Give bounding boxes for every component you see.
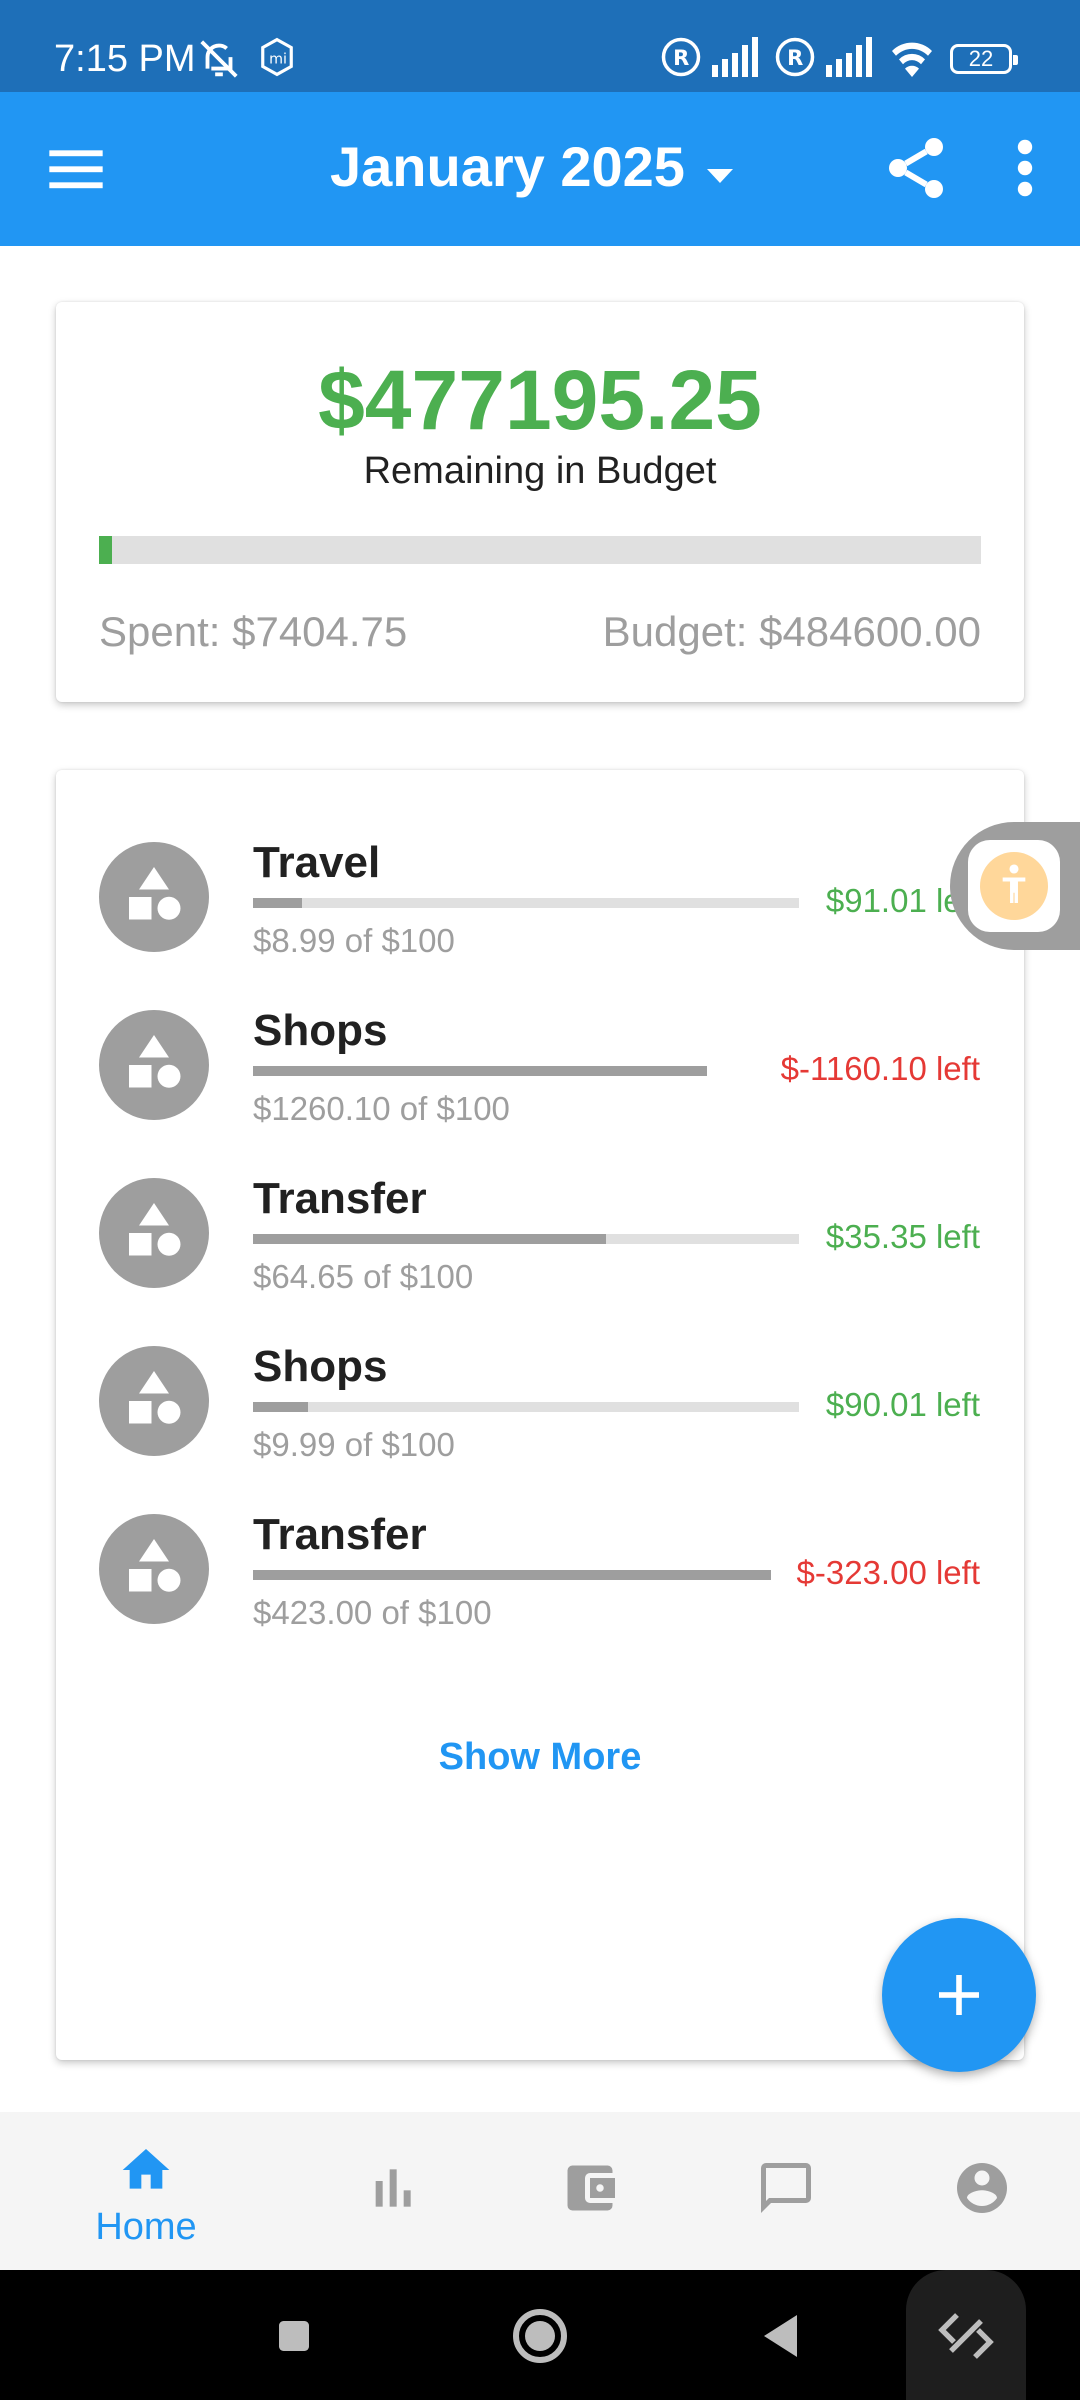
category-name: Shops — [253, 1342, 388, 1391]
month-selector[interactable]: January 2025 — [330, 134, 735, 199]
category-avatar — [99, 1514, 209, 1624]
category-spent-detail: $8.99 of $100 — [253, 922, 455, 959]
category-row[interactable]: Shops $1260.10 of $100 $-1160.10 left — [56, 998, 1024, 1148]
category-remaining: $-323.00 left — [796, 1554, 980, 1591]
budget-progress-bar — [99, 536, 981, 564]
signal-icon — [712, 36, 764, 83]
status-bar: 7:15 PM mi R R 22 — [0, 0, 1080, 92]
category-name: Travel — [253, 838, 381, 887]
svg-text:R: R — [673, 46, 689, 70]
category-avatar — [99, 1178, 209, 1288]
category-remaining: $-1160.10 left — [780, 1050, 980, 1087]
category-name: Transfer — [253, 1174, 427, 1223]
budget-amount: Budget: $484600.00 — [602, 608, 981, 655]
category-shapes-icon — [129, 867, 181, 920]
account-icon — [957, 2163, 1007, 2213]
remaining-label: Remaining in Budget — [363, 450, 717, 492]
category-row[interactable]: Transfer $423.00 of $100 $-323.00 left — [56, 1502, 1024, 1652]
category-progress-bar — [253, 898, 799, 908]
category-remaining: $90.01 left — [825, 1386, 980, 1423]
battery-icon: 22 — [950, 44, 1018, 74]
category-progress-bar — [253, 1234, 799, 1244]
system-navigation-bar — [0, 2270, 1080, 2400]
category-budget-card: Travel $8.99 of $100 $91.01 left Shops $1260… — [56, 770, 1024, 2060]
category-progress-fill — [253, 1570, 771, 1580]
show-more-button[interactable]: Show More — [56, 1736, 1024, 1779]
more-vert-icon[interactable] — [1000, 132, 1050, 204]
status-time: 7:15 PM — [54, 38, 196, 80]
category-row[interactable]: Travel $8.99 of $100 $91.01 left — [56, 830, 1024, 980]
mi-icon: mi — [258, 36, 296, 83]
mute-bell-icon — [196, 36, 242, 87]
bar-chart-icon — [375, 2169, 411, 2207]
accessibility-button[interactable] — [950, 822, 1080, 950]
roaming-icon: R — [774, 36, 816, 83]
category-progress-bar — [253, 1402, 799, 1412]
category-shapes-icon — [129, 1035, 181, 1088]
svg-text:mi: mi — [269, 51, 287, 67]
category-progress-fill — [253, 1066, 707, 1076]
add-transaction-button[interactable] — [882, 1918, 1036, 2072]
chat-icon — [761, 2163, 811, 2213]
back-icon[interactable] — [746, 2300, 818, 2372]
category-progress-bar — [253, 1066, 707, 1076]
spent-amount: Spent: $7404.75 — [99, 608, 408, 655]
category-remaining: $35.35 left — [825, 1218, 980, 1255]
bottom-navigation: Home — [0, 2112, 1080, 2270]
category-progress-fill — [253, 898, 303, 908]
wallet-icon — [567, 2165, 615, 2211]
budget-progress-fill — [99, 536, 113, 564]
category-progress-fill — [253, 1402, 308, 1412]
roaming-icon: R — [660, 36, 702, 83]
accessibility-icon — [980, 852, 1048, 920]
category-avatar — [99, 842, 209, 952]
plus-icon — [939, 1975, 979, 2015]
category-shapes-icon — [129, 1371, 181, 1424]
category-name: Shops — [253, 1006, 388, 1055]
budget-summary-card: $477195.25 Remaining in Budget Spent: $7… — [56, 302, 1024, 702]
nav-wallet[interactable] — [480, 2112, 696, 2270]
menu-icon[interactable] — [44, 137, 108, 201]
category-shapes-icon — [129, 1539, 181, 1592]
category-progress-fill — [253, 1234, 606, 1244]
remaining-amount: $477195.25 — [318, 353, 762, 447]
category-spent-detail: $1260.10 of $100 — [253, 1090, 510, 1127]
nav-home[interactable]: Home — [38, 2112, 254, 2270]
category-progress-bar — [253, 1570, 771, 1580]
month-title: January 2025 — [330, 135, 685, 198]
category-shapes-icon — [129, 1203, 181, 1256]
nav-messages[interactable] — [676, 2112, 892, 2270]
category-name: Transfer — [253, 1510, 427, 1559]
nav-stats[interactable] — [284, 2112, 500, 2270]
wifi-icon — [888, 36, 936, 83]
home-button-icon[interactable] — [504, 2300, 576, 2372]
nav-account[interactable] — [872, 2112, 1080, 2270]
svg-text:R: R — [787, 46, 803, 70]
category-spent-detail: $423.00 of $100 — [253, 1594, 492, 1631]
caret-down-icon — [705, 134, 735, 199]
home-icon — [122, 2149, 170, 2189]
rotate-icon[interactable] — [930, 2300, 1002, 2372]
category-spent-detail: $64.65 of $100 — [253, 1258, 474, 1295]
signal-icon — [826, 36, 878, 83]
category-avatar — [99, 1346, 209, 1456]
category-row[interactable]: Shops $9.99 of $100 $90.01 left — [56, 1334, 1024, 1484]
nav-home-label: Home — [95, 2206, 197, 2248]
recents-icon[interactable] — [258, 2300, 330, 2372]
category-row[interactable]: Transfer $64.65 of $100 $35.35 left — [56, 1166, 1024, 1316]
share-icon[interactable] — [880, 132, 952, 204]
category-spent-detail: $9.99 of $100 — [253, 1426, 455, 1463]
app-bar: January 2025 — [0, 92, 1080, 246]
category-avatar — [99, 1010, 209, 1120]
